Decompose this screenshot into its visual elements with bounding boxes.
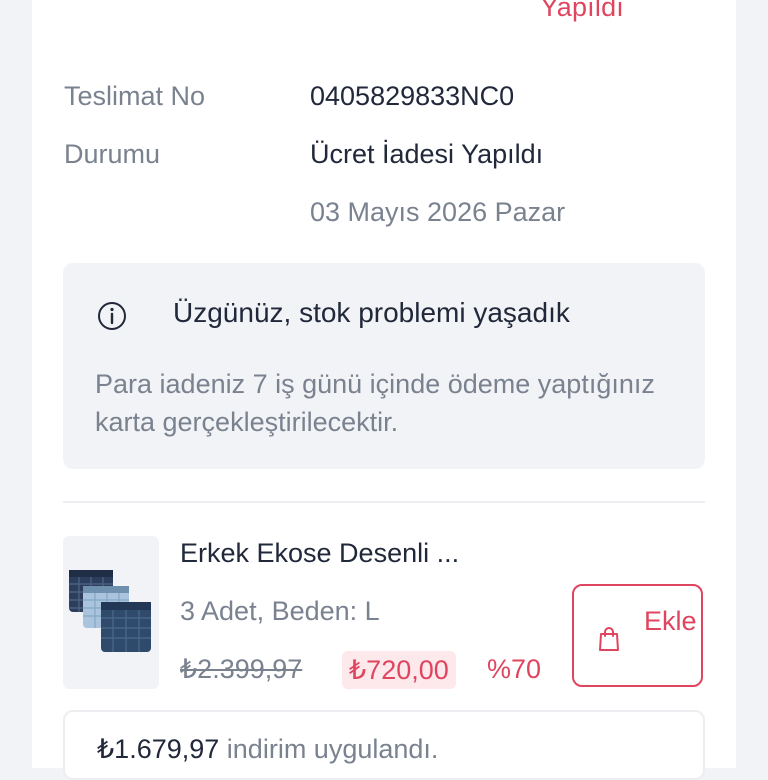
saving-text-row: ₺1.679,97 indirim uygulandı. (97, 734, 438, 765)
delivery-number-row: Teslimat No 0405829833NC0 (64, 81, 514, 112)
add-button-label: Ekle (644, 606, 697, 636)
discount-applied-banner: ₺1.679,97 indirim uygulandı. (63, 710, 705, 780)
product-meta: 3 Adet, Beden: L (180, 596, 380, 626)
status-value: Ücret İadesi Yapıldı (310, 139, 544, 169)
order-detail-card: Yapıldı Teslimat No 0405829833NC0 Durumu… (32, 0, 736, 780)
discount-percent: %70 (487, 654, 542, 684)
add-to-cart-button[interactable]: Ekle (572, 584, 703, 687)
divider (63, 501, 705, 503)
saving-description: indirim uygulandı. (226, 734, 439, 764)
delivery-number-label: Teslimat No (64, 81, 206, 111)
shopping-bag-icon (599, 627, 619, 651)
new-price-badge: ₺720,00 (342, 651, 456, 689)
status-date: 03 Mayıs 2026 Pazar (310, 197, 566, 227)
boxer-briefs-image (69, 570, 151, 652)
stock-problem-notice: Üzgünüz, stok problemi yaşadık Para iade… (63, 263, 705, 469)
saving-amount: ₺1.679,97 (97, 734, 220, 764)
notice-title: Üzgünüz, stok problemi yaşadık (173, 297, 570, 328)
delivery-number-value: 0405829833NC0 (310, 81, 515, 111)
status-row: Durumu Ücret İadesi Yapıldı (64, 139, 543, 170)
info-icon (98, 302, 126, 330)
product-image[interactable] (63, 536, 159, 689)
notice-description: Para iadeniz 7 iş günü içinde ödeme yapt… (95, 369, 655, 437)
order-status-top: Yapıldı (540, 0, 624, 22)
old-price: ₺2.399,97 (180, 654, 303, 684)
status-label: Durumu (64, 139, 161, 169)
product-name[interactable]: Erkek Ekose Desenli ... (180, 538, 459, 569)
